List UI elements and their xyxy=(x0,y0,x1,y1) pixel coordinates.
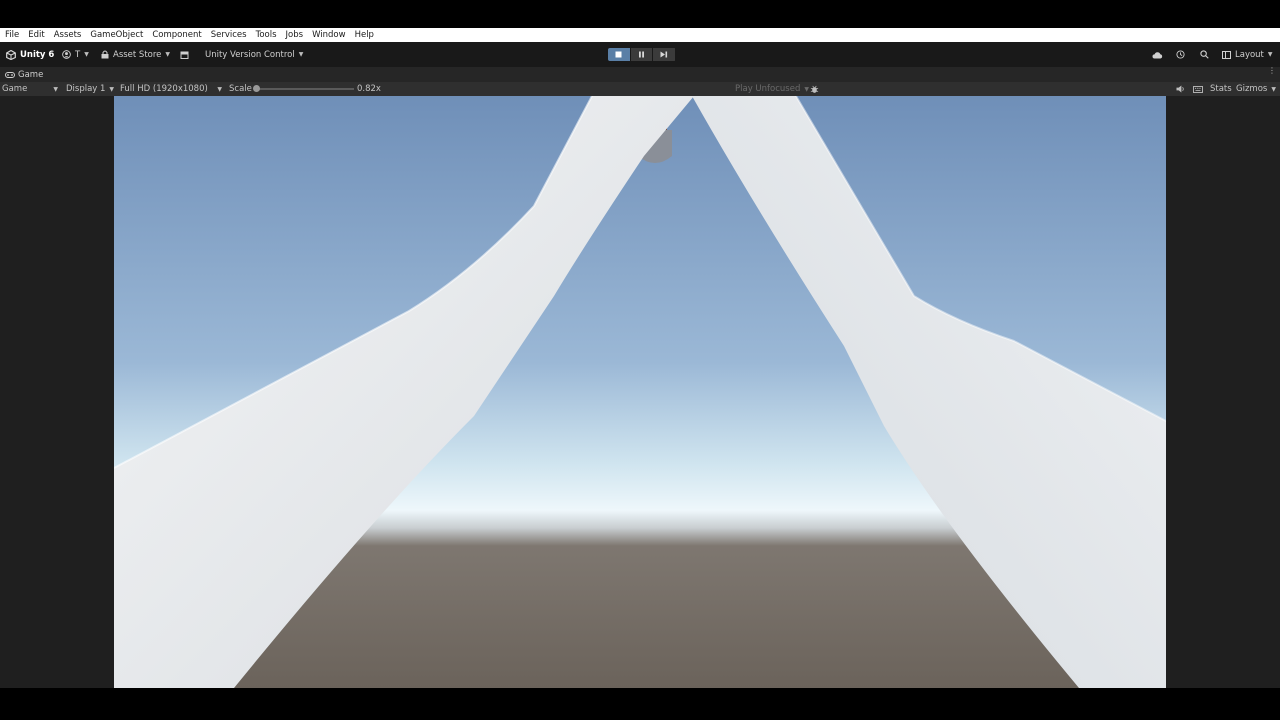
chevron-down-icon: ▼ xyxy=(1267,51,1273,58)
resolution-label: Full HD (1920x1080) xyxy=(120,84,208,94)
unity-version-button[interactable]: Unity 6 xyxy=(6,42,54,67)
chevron-down-icon: ▼ xyxy=(165,51,171,58)
chevron-down-icon: ▼ xyxy=(109,85,114,93)
bug-report-button[interactable] xyxy=(810,82,819,96)
speaker-icon xyxy=(1176,85,1184,93)
gizmos-label: Gizmos xyxy=(1236,84,1268,94)
history-button[interactable] xyxy=(1176,42,1185,67)
version-control-dropdown[interactable]: Unity Version Control ▼ xyxy=(205,42,303,67)
main-toolbar: Unity 6 T ▼ Asset Store ▼ Unity Version … xyxy=(0,42,1280,67)
bug-icon xyxy=(810,85,819,93)
chevron-down-icon: ▼ xyxy=(53,85,58,93)
step-button[interactable] xyxy=(653,48,676,61)
layout-label: Layout xyxy=(1235,49,1264,60)
cloud-button[interactable] xyxy=(1152,42,1163,67)
asset-store-dropdown[interactable]: Asset Store ▼ xyxy=(101,42,170,67)
game-view-viewport[interactable] xyxy=(114,96,1166,688)
tab-game-label: Game xyxy=(18,69,44,80)
menu-help[interactable]: Help xyxy=(350,30,378,40)
unity-version-label: Unity 6 xyxy=(20,49,55,60)
play-controls xyxy=(608,48,676,61)
history-icon xyxy=(1176,50,1185,59)
play-focus-dropdown[interactable]: Play Unfocused ▼ xyxy=(735,82,809,96)
chevron-down-icon: ▼ xyxy=(1271,85,1276,93)
pause-icon xyxy=(639,51,644,58)
package-icon xyxy=(180,51,189,59)
menu-tools[interactable]: Tools xyxy=(251,30,281,40)
keyboard-shortcuts-button[interactable] xyxy=(1193,82,1203,96)
layout-dropdown[interactable]: Layout ▼ xyxy=(1222,42,1273,67)
panel-tab-row: Game ⋮ xyxy=(0,67,1280,82)
gamepad-icon xyxy=(5,71,15,78)
play-button[interactable] xyxy=(608,48,630,61)
view-mode-label: Game xyxy=(2,84,28,94)
stats-button[interactable]: Stats xyxy=(1210,82,1232,96)
unity-logo-icon xyxy=(6,49,16,60)
chevron-down-icon: ▼ xyxy=(84,51,89,58)
menu-assets[interactable]: Assets xyxy=(49,30,86,40)
account-dropdown[interactable]: T ▼ xyxy=(62,42,89,67)
layout-icon xyxy=(1222,50,1231,59)
mute-audio-button[interactable] xyxy=(1176,82,1185,96)
tab-game[interactable]: Game xyxy=(5,67,43,82)
version-control-label: Unity Version Control xyxy=(205,49,295,60)
unity-editor-window: File Edit Assets GameObject Component Se… xyxy=(0,0,1280,720)
menu-component[interactable]: Component xyxy=(147,30,205,40)
chevron-down-icon: ▼ xyxy=(217,85,222,93)
menu-jobs[interactable]: Jobs xyxy=(281,30,308,40)
display-dropdown[interactable]: Display 1 ▼ xyxy=(66,82,114,96)
bottom-letterbox xyxy=(0,688,1280,720)
stop-icon xyxy=(615,51,622,58)
menu-gameobject[interactable]: GameObject xyxy=(85,30,147,40)
game-view-toolbar: Game ▼ Display 1 ▼ Full HD (1920x1080) ▼… xyxy=(0,82,1280,96)
menu-file[interactable]: File xyxy=(0,30,23,40)
scale-value: 0.82x xyxy=(357,84,381,94)
scale-slider-handle[interactable] xyxy=(253,85,260,92)
play-focus-label: Play Unfocused xyxy=(735,84,801,94)
view-mode-dropdown[interactable]: Game ▼ xyxy=(2,82,60,96)
account-icon xyxy=(62,50,71,59)
menu-services[interactable]: Services xyxy=(206,30,251,40)
cloud-icon xyxy=(1152,51,1163,58)
chevron-down-icon: ▼ xyxy=(804,85,809,93)
pause-button[interactable] xyxy=(630,48,653,61)
chevron-down-icon: ▼ xyxy=(298,51,304,58)
keyboard-icon xyxy=(1193,85,1203,93)
gizmos-button[interactable]: Gizmos ▼ xyxy=(1236,82,1276,96)
display-label: Display 1 xyxy=(66,84,106,94)
account-label: T xyxy=(75,49,81,60)
step-forward-icon xyxy=(660,51,668,58)
resolution-dropdown[interactable]: Full HD (1920x1080) ▼ xyxy=(120,82,222,96)
game-render xyxy=(114,96,1166,688)
menu-window[interactable]: Window xyxy=(307,30,350,40)
package-button[interactable] xyxy=(180,42,189,67)
menu-bar: File Edit Assets GameObject Component Se… xyxy=(0,28,1280,42)
asset-store-label: Asset Store xyxy=(113,49,162,60)
search-button[interactable] xyxy=(1200,42,1209,67)
menu-edit[interactable]: Edit xyxy=(23,30,48,40)
lock-icon xyxy=(101,50,109,59)
scale-label: Scale xyxy=(229,84,252,94)
scale-slider-track[interactable] xyxy=(256,88,354,90)
more-options-icon[interactable]: ⋮ xyxy=(1268,67,1276,79)
search-icon xyxy=(1200,50,1209,59)
